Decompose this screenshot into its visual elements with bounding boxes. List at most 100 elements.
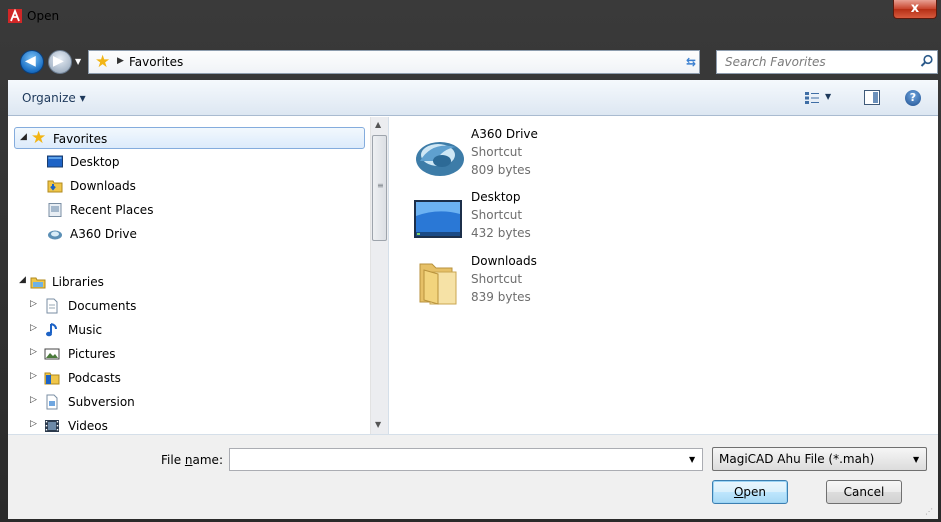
- nav-item-label: Documents: [68, 299, 137, 313]
- a360-drive-icon: [48, 230, 62, 240]
- grip-icon: ≡: [377, 181, 384, 190]
- nav-item-podcasts[interactable]: ▷ Podcasts: [14, 367, 365, 389]
- arrow-right-icon: ▶: [53, 53, 64, 69]
- nav-item-label: Recent Places: [70, 203, 154, 217]
- title-bar[interactable]: Open x: [0, 0, 941, 34]
- file-input-area: File name: ▼ MagiCAD Ahu File (*.mah) ▼ …: [8, 434, 938, 519]
- nav-item-label: Desktop: [70, 155, 120, 169]
- search-input[interactable]: Search Favorites: [716, 50, 938, 74]
- documents-icon: [46, 298, 58, 314]
- file-type-select[interactable]: MagiCAD Ahu File (*.mah) ▼: [712, 447, 927, 471]
- file-type: Shortcut: [471, 272, 523, 286]
- nav-item-recent-places[interactable]: Recent Places: [14, 199, 365, 221]
- file-name-history-dropdown[interactable]: ▼: [689, 455, 695, 464]
- resize-grip-icon[interactable]: ⋰: [925, 507, 933, 516]
- desktop-icon: [47, 155, 63, 168]
- collapsed-arrow-icon[interactable]: ▷: [30, 371, 37, 381]
- file-item-downloads[interactable]: Downloads Shortcut 839 bytes: [408, 254, 628, 312]
- file-size: 809 bytes: [471, 163, 531, 177]
- open-button[interactable]: Open: [712, 480, 788, 504]
- file-name-label-part: File: [161, 453, 185, 467]
- breadcrumb-separator-icon[interactable]: ▶: [117, 56, 124, 66]
- arrow-left-icon: ◀: [25, 53, 36, 69]
- nav-item-label: Podcasts: [68, 371, 121, 385]
- file-size: 432 bytes: [471, 226, 531, 240]
- pictures-icon: [44, 348, 60, 360]
- subversion-icon: [46, 394, 58, 410]
- file-size: 839 bytes: [471, 290, 531, 304]
- window-title: Open: [27, 9, 60, 23]
- file-item-a360-drive[interactable]: A360 Drive Shortcut 809 bytes: [408, 127, 628, 185]
- nav-item-label: Music: [68, 323, 103, 337]
- search-icon[interactable]: [920, 54, 934, 68]
- file-name-label-part: ame:: [192, 453, 223, 467]
- forward-button[interactable]: ▶: [48, 50, 72, 74]
- chevron-down-icon[interactable]: ▼: [913, 455, 919, 464]
- music-icon: [46, 323, 57, 337]
- nav-item-desktop[interactable]: Desktop: [14, 151, 365, 173]
- file-type: Shortcut: [471, 208, 523, 222]
- scroll-down-icon[interactable]: ▼: [375, 420, 381, 429]
- scroll-thumb[interactable]: ≡: [372, 135, 387, 241]
- search-placeholder: Search Favorites: [725, 55, 826, 69]
- breadcrumb-favorites[interactable]: Favorites: [129, 55, 183, 69]
- refresh-icon: ⇆: [685, 55, 697, 69]
- collapsed-arrow-icon[interactable]: ▷: [30, 395, 37, 405]
- favorites-star-icon: ★: [31, 128, 47, 148]
- nav-item-label: Downloads: [70, 179, 136, 193]
- file-name: Desktop: [471, 190, 521, 204]
- nav-item-libraries[interactable]: ◢ Libraries: [14, 271, 365, 293]
- podcasts-icon: [44, 372, 60, 385]
- nav-item-music[interactable]: ▷ Music: [14, 319, 365, 341]
- file-name-input[interactable]: ▼: [229, 448, 703, 471]
- collapsed-arrow-icon[interactable]: ▷: [30, 323, 37, 333]
- help-icon[interactable]: ?: [905, 90, 921, 106]
- file-type: Shortcut: [471, 145, 523, 159]
- close-button[interactable]: x: [893, 0, 937, 19]
- collapsed-arrow-icon[interactable]: ▷: [30, 299, 37, 309]
- desktop-icon: [414, 200, 462, 238]
- file-name-label-mnemonic: n: [184, 453, 193, 467]
- file-name-label: File name:: [161, 453, 223, 467]
- nav-item-subversion[interactable]: ▷ Subversion: [14, 391, 365, 413]
- autocad-app-icon: [8, 9, 22, 23]
- videos-icon: [45, 420, 59, 432]
- command-bar: Organize ▾ ▼ ?: [8, 80, 938, 116]
- recent-places-icon: [48, 203, 62, 217]
- open-label: pen: [743, 485, 767, 499]
- nav-item-pictures[interactable]: ▷ Pictures: [14, 343, 365, 365]
- recent-locations-dropdown[interactable]: ▼: [75, 57, 81, 66]
- nav-item-downloads[interactable]: Downloads: [14, 175, 365, 197]
- cancel-button[interactable]: Cancel: [826, 480, 902, 504]
- organize-menu-button[interactable]: Organize ▾: [22, 91, 86, 105]
- downloads-folder-icon: [47, 180, 63, 193]
- open-mnemonic: O: [733, 485, 744, 499]
- view-options-dropdown[interactable]: ▼: [825, 92, 831, 101]
- file-item-desktop[interactable]: Desktop Shortcut 432 bytes: [408, 190, 628, 248]
- file-name: A360 Drive: [471, 127, 538, 141]
- libraries-icon: [30, 277, 46, 289]
- address-bar[interactable]: ★ ▶ Favorites ▼: [88, 50, 758, 74]
- collapsed-arrow-icon[interactable]: ▷: [30, 347, 37, 357]
- expanded-arrow-icon[interactable]: ◢: [20, 132, 27, 142]
- back-button[interactable]: ◀: [20, 50, 44, 74]
- open-dialog: Open x ◀ ▶ ▼ ★ ▶ Favorites ▼ ⇆ Search Fa…: [0, 0, 941, 522]
- refresh-button[interactable]: ⇆: [680, 52, 702, 72]
- navigation-scrollbar[interactable]: ▲ ≡ ▼: [370, 117, 388, 434]
- file-name: Downloads: [471, 254, 537, 268]
- nav-item-a360-drive[interactable]: A360 Drive: [14, 223, 365, 245]
- folder-icon: [419, 263, 457, 305]
- address-row: ◀ ▶ ▼ ★ ▶ Favorites ▼ ⇆ Search Favorites: [8, 38, 938, 80]
- scroll-up-icon[interactable]: ▲: [375, 120, 381, 129]
- nav-item-label: Libraries: [52, 275, 104, 289]
- change-view-icon[interactable]: [804, 91, 820, 105]
- collapsed-arrow-icon[interactable]: ▷: [30, 419, 37, 429]
- expanded-arrow-icon[interactable]: ◢: [19, 275, 26, 285]
- nav-item-favorites[interactable]: ◢ ★ Favorites: [14, 127, 365, 149]
- nav-item-label: Videos: [68, 419, 108, 433]
- nav-item-label: Favorites: [53, 132, 108, 146]
- nav-item-videos[interactable]: ▷ Videos: [14, 415, 365, 434]
- dialog-body: Organize ▾ ▼ ? ◢ ★ Favorites Desktop Dow…: [8, 80, 938, 519]
- nav-item-documents[interactable]: ▷ Documents: [14, 295, 365, 317]
- preview-pane-icon[interactable]: [864, 90, 880, 105]
